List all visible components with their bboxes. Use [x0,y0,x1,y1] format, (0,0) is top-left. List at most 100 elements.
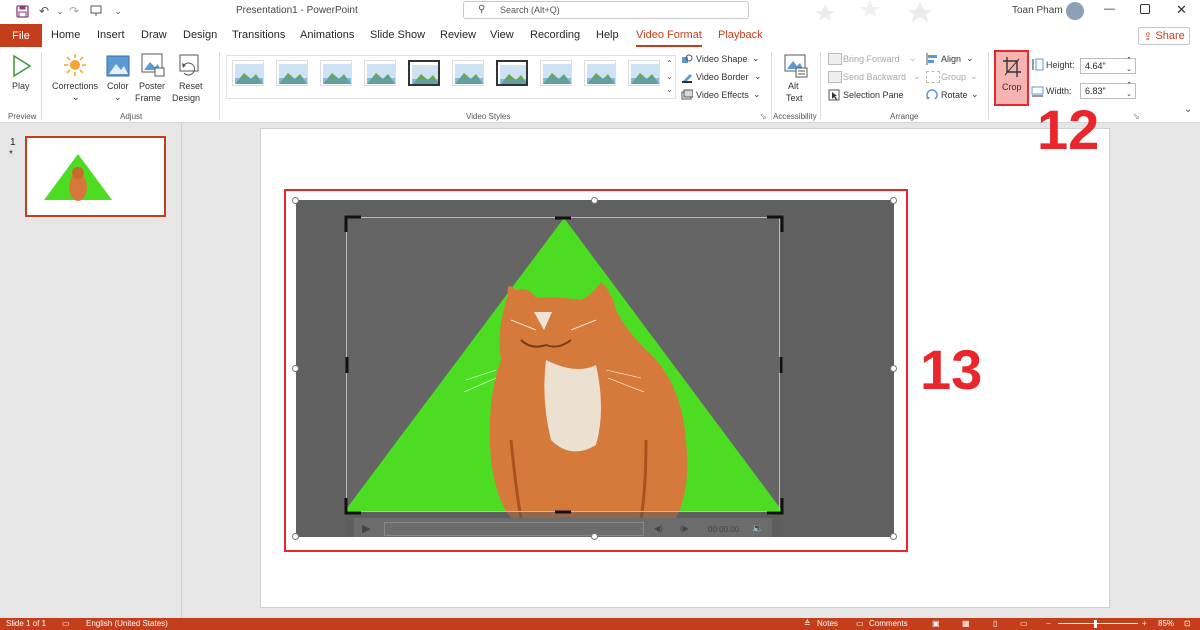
video-border-button[interactable]: Video Border [696,72,748,82]
height-input[interactable]: 4.64" ⌃ ⌄ [1080,56,1136,74]
chevron-down-icon: ⌄ [909,53,917,63]
align-button[interactable]: Align [941,54,961,64]
alt-text-icon[interactable] [784,54,808,81]
group-button: Group [941,72,967,82]
selection-pane-icon[interactable] [828,89,840,104]
callout-number-crop: 12 [1037,98,1100,161]
collapse-ribbon-icon[interactable]: ⌄ [1184,104,1192,115]
video-style-thumbnail[interactable] [496,60,528,86]
width-input[interactable]: 6.83" ⌃ ⌄ [1080,81,1136,99]
chevron-down-icon[interactable]: ⌄ [753,89,761,100]
alt-text-line1[interactable]: Alt [788,81,799,92]
video-style-thumbnail[interactable] [232,60,264,86]
comments-icon[interactable]: ▭ [856,619,864,628]
align-icon[interactable] [926,53,939,68]
spelling-icon[interactable]: ▭ [62,619,70,628]
tab-recording[interactable]: Recording [530,29,580,41]
tab-draw[interactable]: Draw [141,29,167,41]
tab-design[interactable]: Design [183,29,217,41]
color-icon[interactable] [106,55,130,80]
redo-icon[interactable]: ↷ [66,3,82,19]
chevron-down-icon[interactable]: ⌄ [966,53,974,64]
poster-frame-icon[interactable] [141,53,165,80]
reading-view-icon[interactable]: ▯ [993,619,997,628]
gallery-scroll[interactable]: ⌃ ⌄ ⌄ [664,57,675,97]
poster-frame-line1[interactable]: Poster [139,81,165,92]
slide-sorter-icon[interactable]: ▦ [962,619,970,628]
rotate-icon[interactable] [926,89,939,104]
video-style-thumbnail[interactable] [584,60,616,86]
corrections-icon[interactable] [63,53,87,80]
video-style-thumbnail[interactable] [276,60,308,86]
video-style-thumbnail[interactable] [408,60,440,86]
restore-icon[interactable] [1140,4,1150,14]
slideshow-view-icon[interactable]: ▭ [1020,619,1028,628]
video-style-thumbnail[interactable] [452,60,484,86]
undo-icon[interactable]: ↶ [36,3,52,19]
tab-video-format[interactable]: Video Format [636,29,702,41]
notes-button[interactable]: Notes [817,619,838,628]
zoom-out-icon[interactable]: − [1046,619,1051,628]
video-shape-button[interactable]: Video Shape [696,54,747,64]
dialog-launcher-icon[interactable]: ⬂ [1133,112,1140,121]
chevron-down-icon[interactable]: ⌄ [114,92,122,103]
zoom-slider-thumb[interactable] [1094,620,1097,628]
normal-view-icon[interactable]: ▣ [932,619,940,628]
presenter-icon[interactable] [88,3,104,19]
reset-design-line1[interactable]: Reset [179,81,203,92]
tab-review[interactable]: Review [440,29,476,41]
group-label-preview: Preview [8,112,37,121]
chevron-down-icon[interactable]: ⌄ [752,53,760,64]
tab-slide-show[interactable]: Slide Show [370,29,425,41]
customize-qat-icon[interactable]: ⌄ [110,3,126,19]
fit-slide-icon[interactable]: ⊡ [1184,619,1191,628]
tab-playback[interactable]: Playback [718,29,763,41]
avatar[interactable] [1066,2,1084,20]
corrections-button[interactable]: Corrections [52,81,98,92]
search-box[interactable]: ⚲ Search (Alt+Q) [463,1,749,19]
video-shape-icon[interactable] [681,53,693,68]
chevron-down-icon[interactable]: ⌄ [971,89,979,100]
tab-animations[interactable]: Animations [300,29,354,41]
tab-help[interactable]: Help [596,29,619,41]
zoom-slider[interactable] [1058,623,1138,624]
video-style-thumbnail[interactable] [540,60,572,86]
dialog-launcher-icon[interactable]: ⬂ [760,112,767,121]
alt-text-line2[interactable]: Text [786,93,803,104]
tab-transitions[interactable]: Transitions [232,29,285,41]
share-button[interactable]: ⇪ Share [1138,27,1190,45]
video-effects-icon[interactable] [681,89,694,104]
reset-design-line2[interactable]: Design [172,93,200,104]
chevron-down-icon[interactable]: ⌄ [72,92,80,103]
selection-pane-button[interactable]: Selection Pane [843,90,904,100]
color-button[interactable]: Color [107,81,129,92]
video-border-icon[interactable] [681,71,693,86]
tab-view[interactable]: View [490,29,514,41]
slide-thumbnail[interactable] [25,136,166,217]
slide-count-status: Slide 1 of 1 [6,619,47,628]
play-icon[interactable] [10,54,34,78]
height-spinner-icon[interactable]: ⌃ ⌄ [1126,56,1132,74]
zoom-level[interactable]: 85% [1158,619,1174,628]
zoom-in-icon[interactable]: + [1142,619,1147,628]
tab-home[interactable]: Home [51,29,80,41]
reset-design-icon[interactable] [178,53,202,80]
comments-button[interactable]: Comments [869,619,908,628]
video-style-thumbnail[interactable] [320,60,352,86]
poster-frame-line2[interactable]: Frame [135,93,161,104]
width-spinner-icon[interactable]: ⌃ ⌄ [1126,81,1132,99]
tab-file[interactable]: File [0,24,42,47]
close-icon[interactable]: ✕ [1176,2,1187,18]
play-button[interactable]: Play [12,81,30,92]
notes-icon[interactable]: ≙ [804,619,811,628]
tab-insert[interactable]: Insert [97,29,125,41]
video-effects-button[interactable]: Video Effects [696,90,749,100]
crop-button[interactable]: Crop [994,50,1029,106]
chevron-down-icon[interactable]: ⌄ [754,71,762,82]
rotate-button[interactable]: Rotate [941,90,968,100]
video-style-thumbnail[interactable] [628,60,660,86]
save-icon[interactable] [14,3,30,19]
minimize-icon[interactable]: — [1104,3,1115,15]
language-status[interactable]: English (United States) [86,619,168,628]
video-style-thumbnail[interactable] [364,60,396,86]
